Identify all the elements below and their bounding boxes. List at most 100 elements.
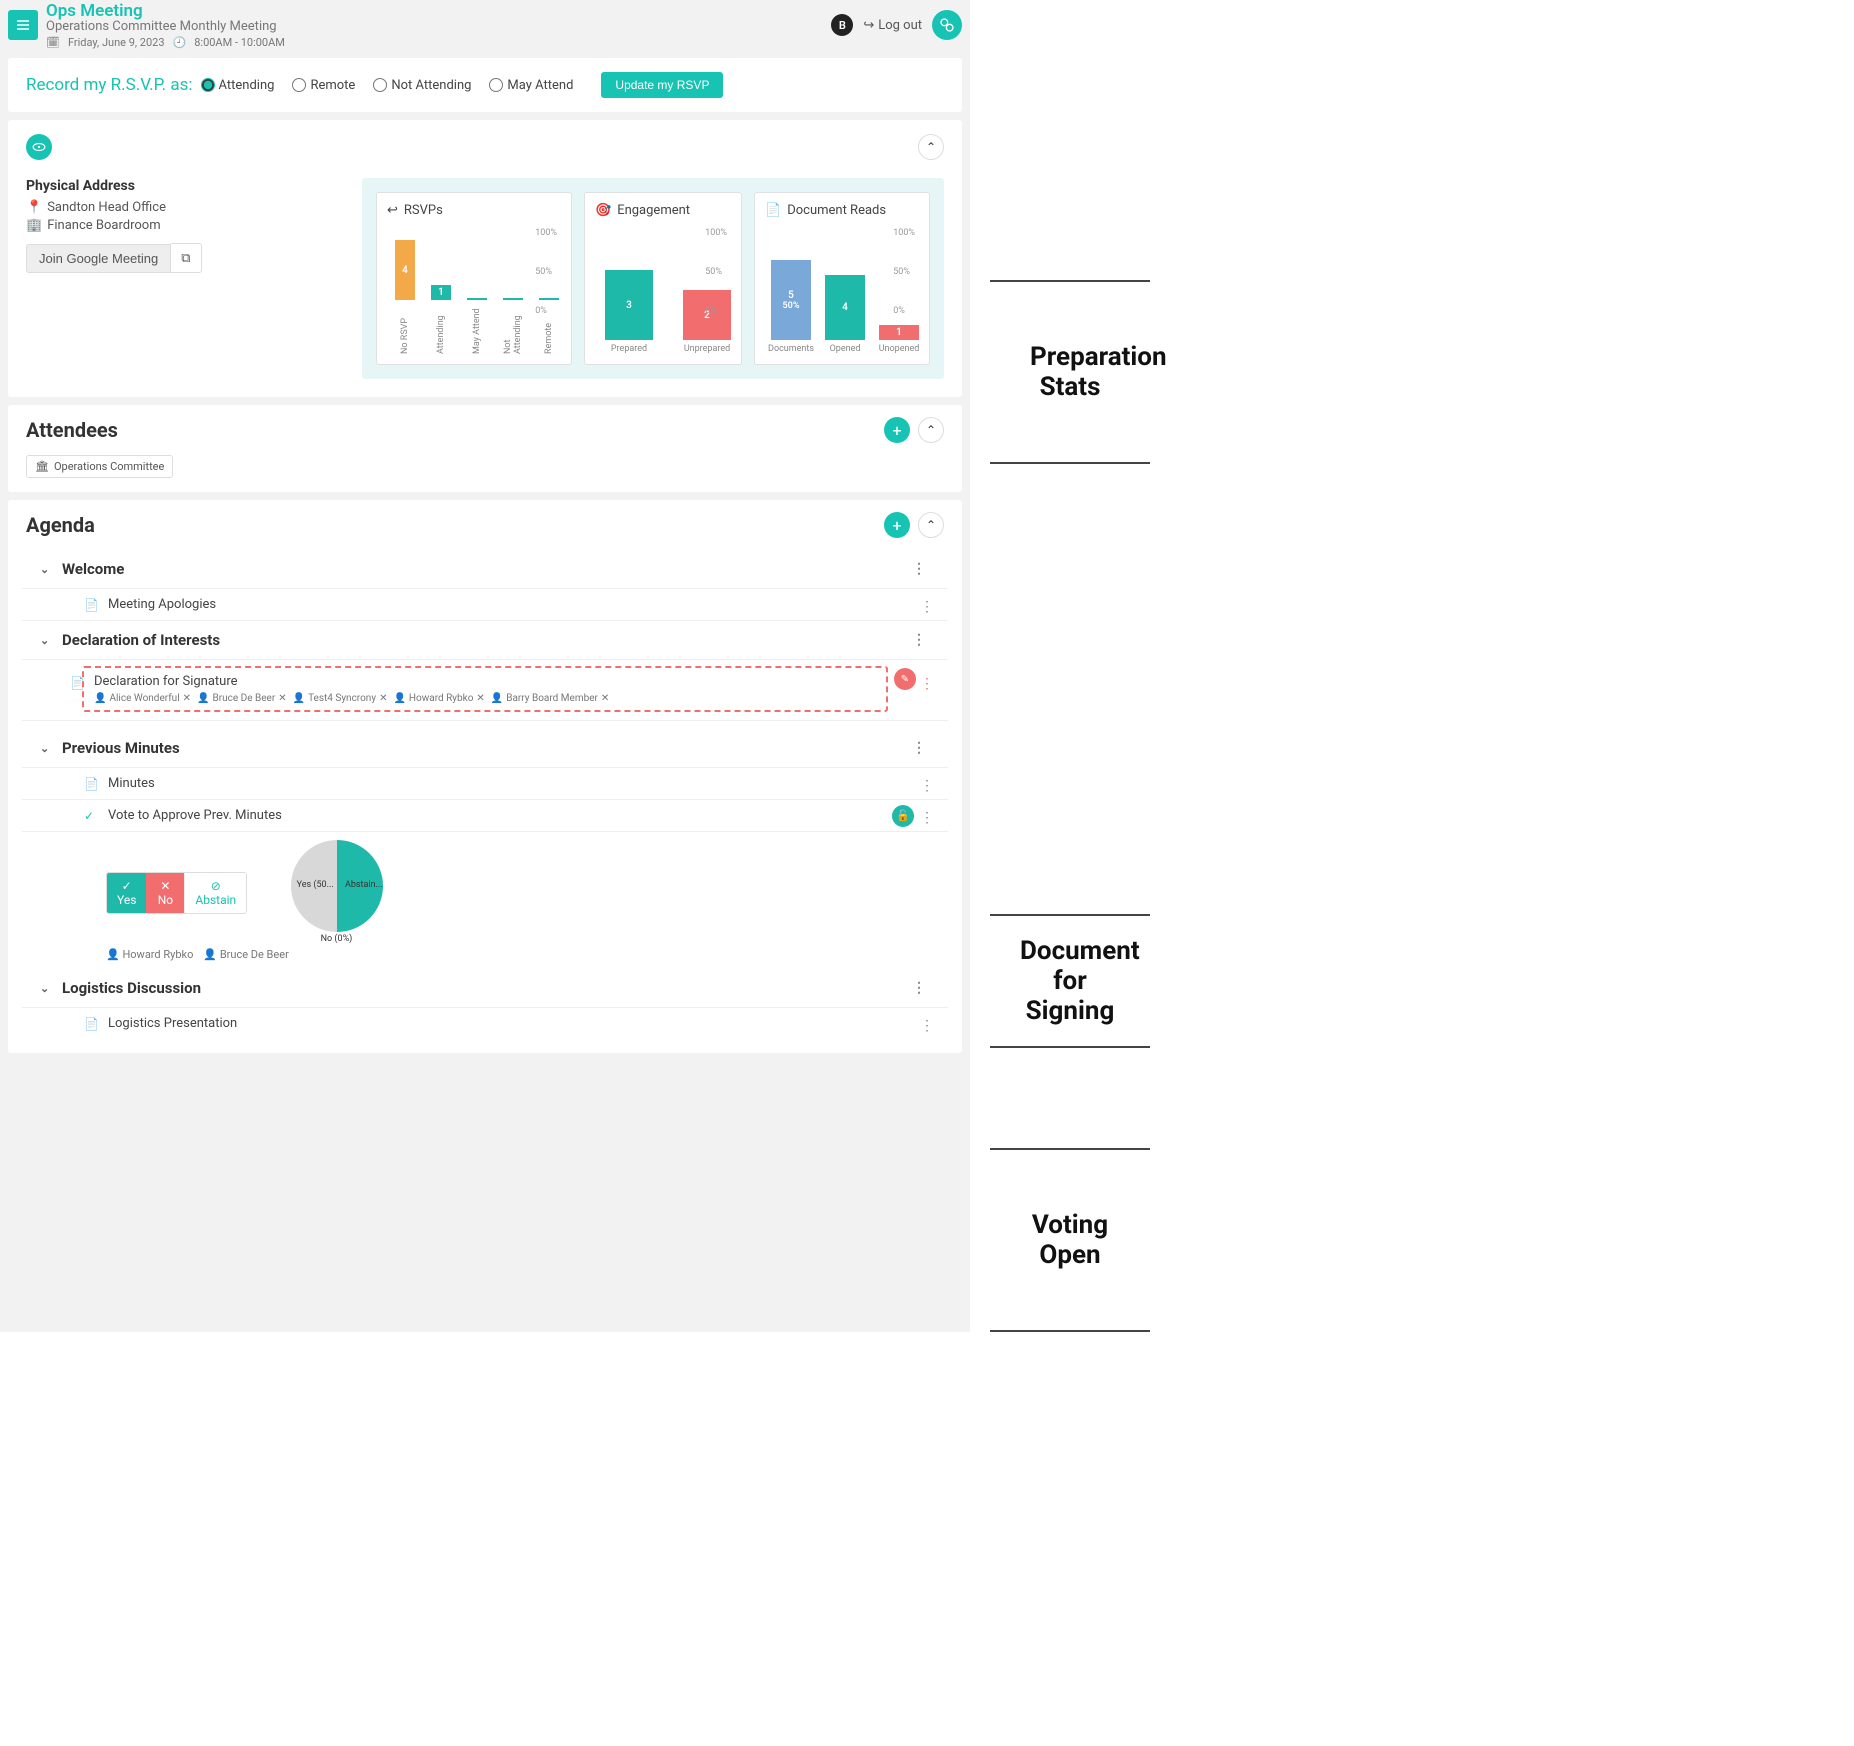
- rsvp-options: Attending Remote Not Attending May Atten…: [201, 78, 574, 93]
- doc-icon: 📄: [84, 777, 98, 791]
- menu-dots-icon[interactable]: ⋮: [916, 778, 938, 794]
- meeting-subtitle: Operations Committee Monthly Meeting: [46, 20, 831, 34]
- location-block: Physical Address 📍 Sandton Head Office 🏢 F…: [26, 178, 322, 379]
- annotations-column: Preparation Stats Document for Signing V…: [970, 0, 1854, 1332]
- menu-dots-icon[interactable]: ⋮: [916, 1018, 938, 1034]
- menu-dots-icon[interactable]: ⋮: [916, 810, 938, 826]
- annotation-sign-doc: Document for Signing: [990, 914, 1150, 1048]
- rsvp-option-remote[interactable]: Remote: [292, 78, 355, 93]
- menu-dots-icon[interactable]: ⋮: [908, 980, 930, 996]
- agenda-group-welcome[interactable]: ⌄ Welcome ⋮: [22, 550, 948, 589]
- voters-list: 👤 Howard Rybko 👤 Bruce De Beer: [22, 940, 948, 969]
- header-bar: Ops Meeting Operations Committee Monthly…: [0, 0, 970, 50]
- vote-no-button[interactable]: ✕No: [146, 873, 184, 913]
- add-agenda-button[interactable]: +: [884, 512, 910, 538]
- reply-icon: ↩: [387, 203, 398, 218]
- building-icon: 🏢: [26, 218, 42, 233]
- location-room: Finance Boardroom: [47, 218, 160, 233]
- person-icon: 👤: [491, 693, 503, 704]
- header-titles: Ops Meeting Operations Committee Monthly…: [46, 2, 831, 49]
- eye-icon: [32, 140, 46, 154]
- menu-dots-icon[interactable]: ⋮: [908, 632, 930, 648]
- agenda-item-vote[interactable]: ✓ Vote to Approve Prev. Minutes 🔓 ⋮: [22, 800, 948, 832]
- visibility-button[interactable]: [26, 134, 52, 160]
- vote-yes-button[interactable]: ✓Yes: [107, 873, 146, 913]
- menu-icon: [16, 18, 30, 32]
- vote-controls: ✓Yes ✕No ⊘Abstain Yes (50... Abstain... …: [22, 832, 948, 940]
- agenda-item-minutes[interactable]: 📄 Minutes ⋮: [22, 768, 948, 800]
- agenda-card: Agenda + ⌃ ⌄ Welcome ⋮ 📄 Meeting Apologi…: [8, 500, 962, 1053]
- org-icon: 🏛: [35, 460, 49, 473]
- details-card: ⌃ Physical Address 📍 Sandton Head Office …: [8, 120, 962, 397]
- collapse-attendees-button[interactable]: ⌃: [918, 417, 944, 443]
- copy-icon: ⧉: [181, 250, 190, 265]
- meeting-title: Ops Meeting: [46, 2, 831, 21]
- annotation-prep-stats: Preparation Stats: [990, 280, 1150, 464]
- menu-dots-icon[interactable]: ⋮: [916, 676, 938, 692]
- person-icon: 👤: [203, 948, 217, 961]
- menu-dots-icon[interactable]: ⋮: [916, 599, 938, 615]
- target-icon: 🎯: [595, 203, 611, 218]
- chevron-down-icon: ⌄: [40, 634, 52, 647]
- location-office: Sandton Head Office: [47, 200, 166, 215]
- vote-open-badge-icon: 🔓: [892, 805, 914, 827]
- doc-icon: 📄: [765, 203, 781, 218]
- copy-link-button[interactable]: ⧉: [171, 243, 201, 273]
- person-icon: 👤: [293, 693, 305, 704]
- add-attendee-button[interactable]: +: [884, 417, 910, 443]
- chevron-up-icon: ⌃: [926, 140, 936, 154]
- chevron-down-icon: ⌄: [40, 742, 52, 755]
- agenda-group-declaration[interactable]: ⌄ Declaration of Interests ⋮: [22, 621, 948, 660]
- document-reads-chart: 📄Document Reads 550%Documents 4Opened 1U…: [754, 192, 930, 365]
- person-icon: 👤: [106, 948, 120, 961]
- calendar-icon: 🗓: [46, 36, 60, 49]
- rsvp-card: Record my R.S.V.P. as: Attending Remote …: [8, 58, 962, 112]
- menu-button[interactable]: [8, 10, 38, 40]
- committee-tag[interactable]: 🏛 Operations Committee: [26, 455, 173, 478]
- chevron-down-icon: ⌄: [40, 982, 52, 995]
- update-rsvp-button[interactable]: Update my RSVP: [601, 72, 723, 98]
- collapse-details-button[interactable]: ⌃: [918, 134, 944, 160]
- chevron-up-icon: ⌃: [926, 423, 936, 437]
- logout-link[interactable]: ↪ Log out: [863, 18, 922, 33]
- meeting-time: 8:00AM - 10:00AM: [194, 36, 285, 49]
- avatar[interactable]: B: [831, 14, 853, 36]
- chevron-down-icon: ⌄: [40, 563, 52, 576]
- agenda-title: Agenda: [26, 513, 95, 537]
- person-icon: 👤: [94, 693, 106, 704]
- vote-pie-chart: Yes (50... Abstain... No (0%): [291, 840, 383, 932]
- agenda-item-apologies[interactable]: 📄 Meeting Apologies ⋮: [22, 589, 948, 621]
- pin-icon: 📍: [26, 200, 42, 215]
- agenda-group-logistics[interactable]: ⌄ Logistics Discussion ⋮: [22, 969, 948, 1008]
- doc-icon: 📄: [84, 1017, 98, 1031]
- rsvp-option-attending[interactable]: Attending: [201, 78, 275, 93]
- menu-dots-icon[interactable]: ⋮: [908, 740, 930, 756]
- person-icon: 👤: [197, 693, 209, 704]
- attendees-card: Attendees + ⌃ 🏛 Operations Committee: [8, 405, 962, 492]
- rsvp-label: Record my R.S.V.P. as:: [26, 75, 193, 95]
- clock-icon: 🕘: [173, 36, 187, 49]
- logout-icon: ↪: [863, 18, 874, 33]
- person-icon: 👤: [393, 693, 405, 704]
- rsvp-option-may-attend[interactable]: May Attend: [489, 78, 573, 93]
- collapse-agenda-button[interactable]: ⌃: [918, 512, 944, 538]
- settings-button[interactable]: [932, 10, 962, 40]
- chevron-up-icon: ⌃: [926, 518, 936, 532]
- menu-dots-icon[interactable]: ⋮: [908, 561, 930, 577]
- join-meeting-button[interactable]: Join Google Meeting: [26, 244, 171, 273]
- rsvps-chart: ↩RSVPs 4No RSVP 1Attending May Attend No…: [376, 192, 572, 365]
- stats-row: ↩RSVPs 4No RSVP 1Attending May Attend No…: [362, 178, 944, 379]
- vote-icon: ✓: [84, 809, 98, 823]
- annotation-voting-open: Voting Open: [990, 1148, 1150, 1332]
- agenda-group-previous-minutes[interactable]: ⌄ Previous Minutes ⋮: [22, 729, 948, 768]
- meeting-date: Friday, June 9, 2023: [68, 36, 165, 49]
- vote-abstain-button[interactable]: ⊘Abstain: [184, 873, 246, 913]
- gear-icon: [939, 17, 955, 33]
- rsvp-option-not-attending[interactable]: Not Attending: [373, 78, 471, 93]
- signers-list: 👤Alice Wonderful ✕ 👤Bruce De Beer ✕ 👤Tes…: [94, 693, 876, 704]
- declaration-signing-doc[interactable]: Declaration for Signature ✎ 👤Alice Wonde…: [82, 666, 888, 712]
- attendees-title: Attendees: [26, 418, 118, 442]
- engagement-chart: 🎯Engagement 3Prepared 2Unprepared 100%50…: [584, 192, 742, 365]
- agenda-item-logistics-presentation[interactable]: 📄 Logistics Presentation ⋮: [22, 1008, 948, 1039]
- location-heading: Physical Address: [26, 178, 322, 194]
